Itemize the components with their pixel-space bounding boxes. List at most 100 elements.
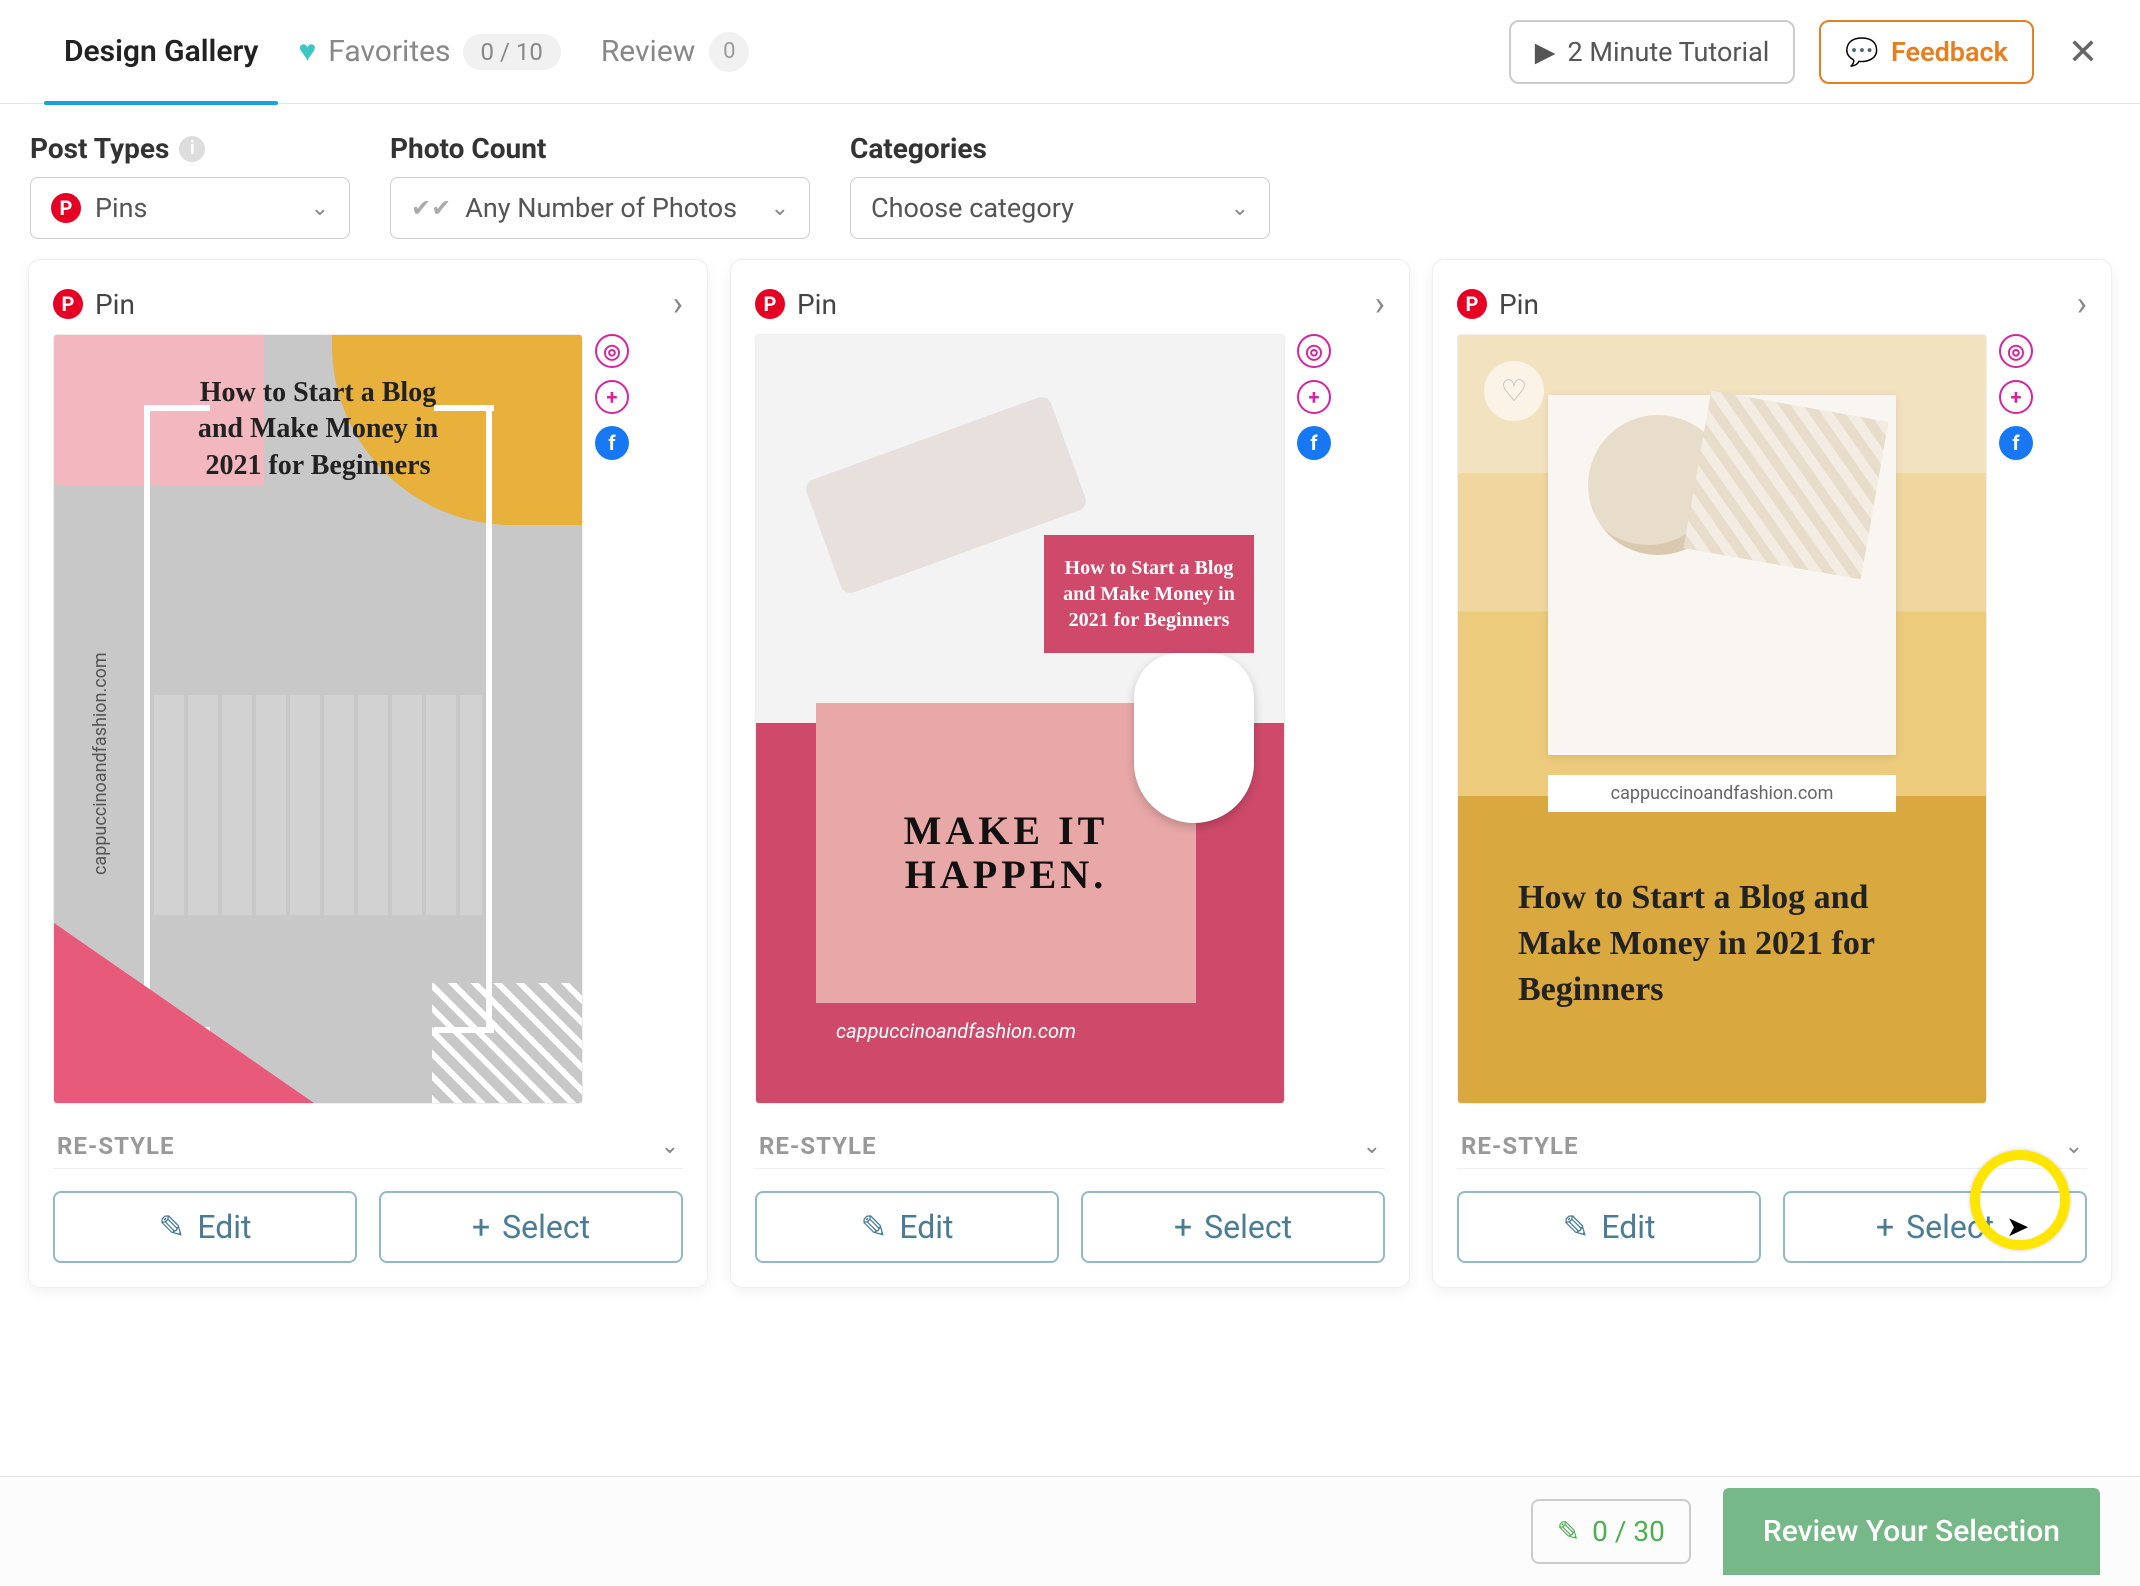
next-card-button[interactable]: ›	[1375, 284, 1385, 324]
plus-icon: +	[1876, 1208, 1894, 1246]
facebook-icon[interactable]: f	[595, 426, 629, 460]
select-button[interactable]: + Select	[1783, 1191, 2087, 1263]
preview-url: cappuccinoandfashion.com	[836, 1019, 1076, 1043]
next-card-button[interactable]: ›	[673, 284, 683, 324]
select-button[interactable]: + Select	[379, 1191, 683, 1263]
tab-favorites[interactable]: ♥ Favorites 0 / 10	[278, 0, 580, 104]
card-header: P Pin	[53, 288, 135, 321]
share-column: ◎ + f	[595, 334, 629, 1104]
chevron-down-icon: ⌄	[1231, 196, 1249, 221]
pencil-icon: ✎	[1563, 1208, 1590, 1246]
design-card: P Pin › How to Start a Blog and Make Mon…	[28, 259, 708, 1288]
restyle-label: RE-STYLE	[57, 1132, 175, 1160]
select-value: Pins	[95, 192, 147, 224]
feedback-label: Feedback	[1891, 36, 2008, 68]
tab-design-gallery[interactable]: Design Gallery	[44, 0, 278, 104]
close-button[interactable]: ✕	[2058, 31, 2108, 73]
filter-photo-count: Photo Count ✔✔ Any Number of Photos ⌄	[390, 132, 810, 239]
tutorial-label: 2 Minute Tutorial	[1568, 36, 1770, 68]
select-value: Any Number of Photos	[465, 192, 737, 224]
tab-label: Review	[601, 34, 695, 69]
chevron-down-icon: ⌄	[1363, 1134, 1381, 1159]
restyle-label: RE-STYLE	[1461, 1132, 1579, 1160]
edit-button[interactable]: ✎ Edit	[1457, 1191, 1761, 1263]
plus-icon: +	[1174, 1208, 1192, 1246]
select-label: Select	[1906, 1208, 1994, 1246]
label-text: Post Types	[30, 132, 169, 165]
edit-button[interactable]: ✎ Edit	[755, 1191, 1059, 1263]
add-icon[interactable]: +	[1297, 380, 1331, 414]
filter-label: Photo Count	[390, 132, 810, 165]
select-button[interactable]: + Select	[1081, 1191, 1385, 1263]
top-tab-bar: Design Gallery ♥ Favorites 0 / 10 Review…	[0, 0, 2140, 104]
info-icon[interactable]: i	[179, 136, 205, 162]
edit-label: Edit	[899, 1208, 953, 1246]
counter-text: 0 / 30	[1592, 1515, 1665, 1548]
pinterest-icon: P	[51, 193, 81, 223]
preview-card-text: MAKE IT HAPPEN.	[816, 809, 1196, 897]
filter-label: Post Types i	[30, 132, 350, 165]
pinterest-icon: P	[1457, 289, 1487, 319]
chat-icon: 💬	[1845, 36, 1879, 68]
plus-icon: +	[472, 1208, 490, 1246]
design-card: P Pin › ♡ cappuccinoandfashion.com How t…	[1432, 259, 2112, 1288]
categories-select[interactable]: Choose category ⌄	[850, 177, 1270, 239]
facebook-icon[interactable]: f	[1999, 426, 2033, 460]
tab-label: Design Gallery	[64, 34, 258, 69]
select-label: Select	[502, 1208, 590, 1246]
pin-preview[interactable]: How to Start a Blog and Make Money in 20…	[53, 334, 583, 1104]
filter-bar: Post Types i P Pins ⌄ Photo Count ✔✔ Any…	[0, 104, 2140, 259]
photo-count-select[interactable]: ✔✔ Any Number of Photos ⌄	[390, 177, 810, 239]
restyle-row[interactable]: RE-STYLE ⌄	[755, 1124, 1385, 1169]
check-icon: ✔✔	[411, 194, 451, 222]
pencil-icon: ✎	[1557, 1515, 1580, 1548]
chevron-down-icon: ⌄	[2065, 1134, 2083, 1159]
bottom-bar: ✎ 0 / 30 Review Your Selection	[0, 1476, 2140, 1586]
preview-url: cappuccinoandfashion.com	[90, 652, 111, 875]
edit-button[interactable]: ✎ Edit	[53, 1191, 357, 1263]
preview-url: cappuccinoandfashion.com	[1548, 775, 1896, 812]
pinterest-icon: P	[53, 289, 83, 319]
tab-review[interactable]: Review 0	[581, 0, 769, 104]
edit-label: Edit	[1601, 1208, 1655, 1246]
chevron-down-icon: ⌄	[311, 196, 329, 221]
tutorial-button[interactable]: ▶ 2 Minute Tutorial	[1509, 20, 1796, 84]
restyle-row[interactable]: RE-STYLE ⌄	[1457, 1124, 2087, 1169]
add-icon[interactable]: +	[595, 380, 629, 414]
preview-badge: How to Start a Blog and Make Money in 20…	[1044, 535, 1254, 653]
topbar-right: ▶ 2 Minute Tutorial 💬 Feedback ✕	[1509, 20, 2108, 84]
select-label: Select	[1204, 1208, 1292, 1246]
play-icon: ▶	[1535, 36, 1556, 68]
feedback-button[interactable]: 💬 Feedback	[1819, 20, 2033, 84]
chevron-down-icon: ⌄	[771, 196, 789, 221]
select-value: Choose category	[871, 192, 1074, 224]
instagram-icon[interactable]: ◎	[1999, 334, 2033, 368]
pin-preview[interactable]: ♡ cappuccinoandfashion.com How to Start …	[1457, 334, 1987, 1104]
restyle-row[interactable]: RE-STYLE ⌄	[53, 1124, 683, 1169]
pin-label: Pin	[95, 288, 135, 321]
favorite-heart-icon[interactable]: ♡	[1484, 361, 1544, 421]
edit-label: Edit	[197, 1208, 251, 1246]
pencil-icon: ✎	[861, 1208, 888, 1246]
instagram-icon[interactable]: ◎	[595, 334, 629, 368]
next-card-button[interactable]: ›	[2077, 284, 2087, 324]
pin-preview[interactable]: How to Start a Blog and Make Money in 20…	[755, 334, 1285, 1104]
review-selection-button[interactable]: Review Your Selection	[1723, 1488, 2100, 1575]
heart-icon: ♥	[298, 34, 316, 69]
filter-post-types: Post Types i P Pins ⌄	[30, 132, 350, 239]
pinterest-icon: P	[755, 289, 785, 319]
instagram-icon[interactable]: ◎	[1297, 334, 1331, 368]
favorites-count-pill: 0 / 10	[463, 34, 561, 70]
pencil-icon: ✎	[159, 1208, 186, 1246]
add-icon[interactable]: +	[1999, 380, 2033, 414]
preview-title: How to Start a Blog and Make Money in 20…	[1518, 875, 1926, 1013]
facebook-icon[interactable]: f	[1297, 426, 1331, 460]
filter-categories: Categories Choose category ⌄	[850, 132, 1270, 239]
chevron-down-icon: ⌄	[661, 1134, 679, 1159]
post-types-select[interactable]: P Pins ⌄	[30, 177, 350, 239]
card-header: P Pin	[1457, 288, 1539, 321]
design-card: P Pin › How to Start a Blog and Make Mon…	[730, 259, 1410, 1288]
review-count-pill: 0	[709, 32, 749, 72]
restyle-label: RE-STYLE	[759, 1132, 877, 1160]
pin-label: Pin	[1499, 288, 1539, 321]
